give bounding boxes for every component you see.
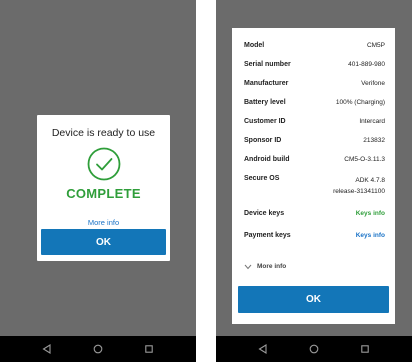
secure-os-version: ADK 4.7.8 (355, 177, 385, 184)
device-keys-info-link[interactable]: Keys info (356, 210, 385, 217)
row-value: Intercard (359, 118, 385, 125)
home-icon[interactable] (308, 343, 320, 355)
android-navbar (216, 336, 412, 362)
row-value: ADK 4.7.8 release-31341100 (333, 175, 385, 197)
info-row-model: Model CM5P (244, 42, 385, 49)
row-label: Manufacturer (244, 80, 289, 87)
phone-screen-left: Device is ready to use COMPLETE More inf… (0, 0, 196, 362)
status-complete: COMPLETE (66, 186, 141, 201)
back-icon[interactable] (41, 343, 53, 355)
secure-os-release: release-31341100 (333, 188, 385, 195)
row-label: Android build (244, 156, 290, 163)
row-value: CM5P (366, 42, 385, 49)
row-value: 100% (Charging) (335, 99, 385, 106)
ready-dialog: Device is ready to use COMPLETE More inf… (37, 115, 170, 261)
row-label: Battery level (244, 99, 286, 106)
recents-icon[interactable] (143, 343, 155, 355)
info-row-customer-id: Customer ID Intercard (244, 118, 385, 125)
info-row-battery: Battery level 100% (Charging) (244, 99, 385, 106)
row-label: Customer ID (244, 118, 286, 125)
more-info-link[interactable]: More info (37, 218, 170, 227)
chevron-down-icon (244, 264, 252, 269)
android-navbar (0, 336, 196, 362)
info-row-device-keys: Device keys Keys info (244, 210, 385, 217)
row-label: Payment keys (244, 232, 291, 239)
row-label: Serial number (244, 61, 291, 68)
row-label: Sponsor ID (244, 137, 282, 144)
row-label: Device keys (244, 210, 285, 217)
info-row-serial: Serial number 401-889-980 (244, 61, 385, 68)
home-icon[interactable] (92, 343, 104, 355)
phone-screen-right: Model CM5P Serial number 401-889-980 Man… (216, 0, 412, 362)
info-row-sponsor-id: Sponsor ID 213832 (244, 137, 385, 144)
row-label: Model (244, 42, 265, 49)
row-label: Secure OS (244, 175, 280, 182)
info-row-android-build: Android build CM5-O-3.11.3 (244, 156, 385, 163)
info-row-secure-os: Secure OS ADK 4.7.8 release-31341100 (244, 175, 385, 197)
info-row-payment-keys: Payment keys Keys info (244, 232, 385, 239)
row-value: 401-889-980 (348, 61, 385, 68)
back-icon[interactable] (257, 343, 269, 355)
check-circle-icon (87, 147, 121, 181)
ok-button[interactable]: OK (238, 286, 389, 313)
row-value: 213832 (363, 137, 385, 144)
row-value: Verifone (361, 80, 385, 87)
payment-keys-info-link[interactable]: Keys info (356, 232, 385, 239)
more-info-label: More info (257, 263, 287, 270)
row-value: CM5-O-3.11.3 (344, 156, 385, 163)
more-info-toggle[interactable]: More info (244, 263, 286, 270)
info-row-manufacturer: Manufacturer Verifone (244, 80, 385, 87)
device-info-dialog: Model CM5P Serial number 401-889-980 Man… (232, 28, 395, 324)
dialog-title: Device is ready to use (51, 127, 156, 139)
recents-icon[interactable] (359, 343, 371, 355)
ok-button[interactable]: OK (41, 229, 166, 255)
